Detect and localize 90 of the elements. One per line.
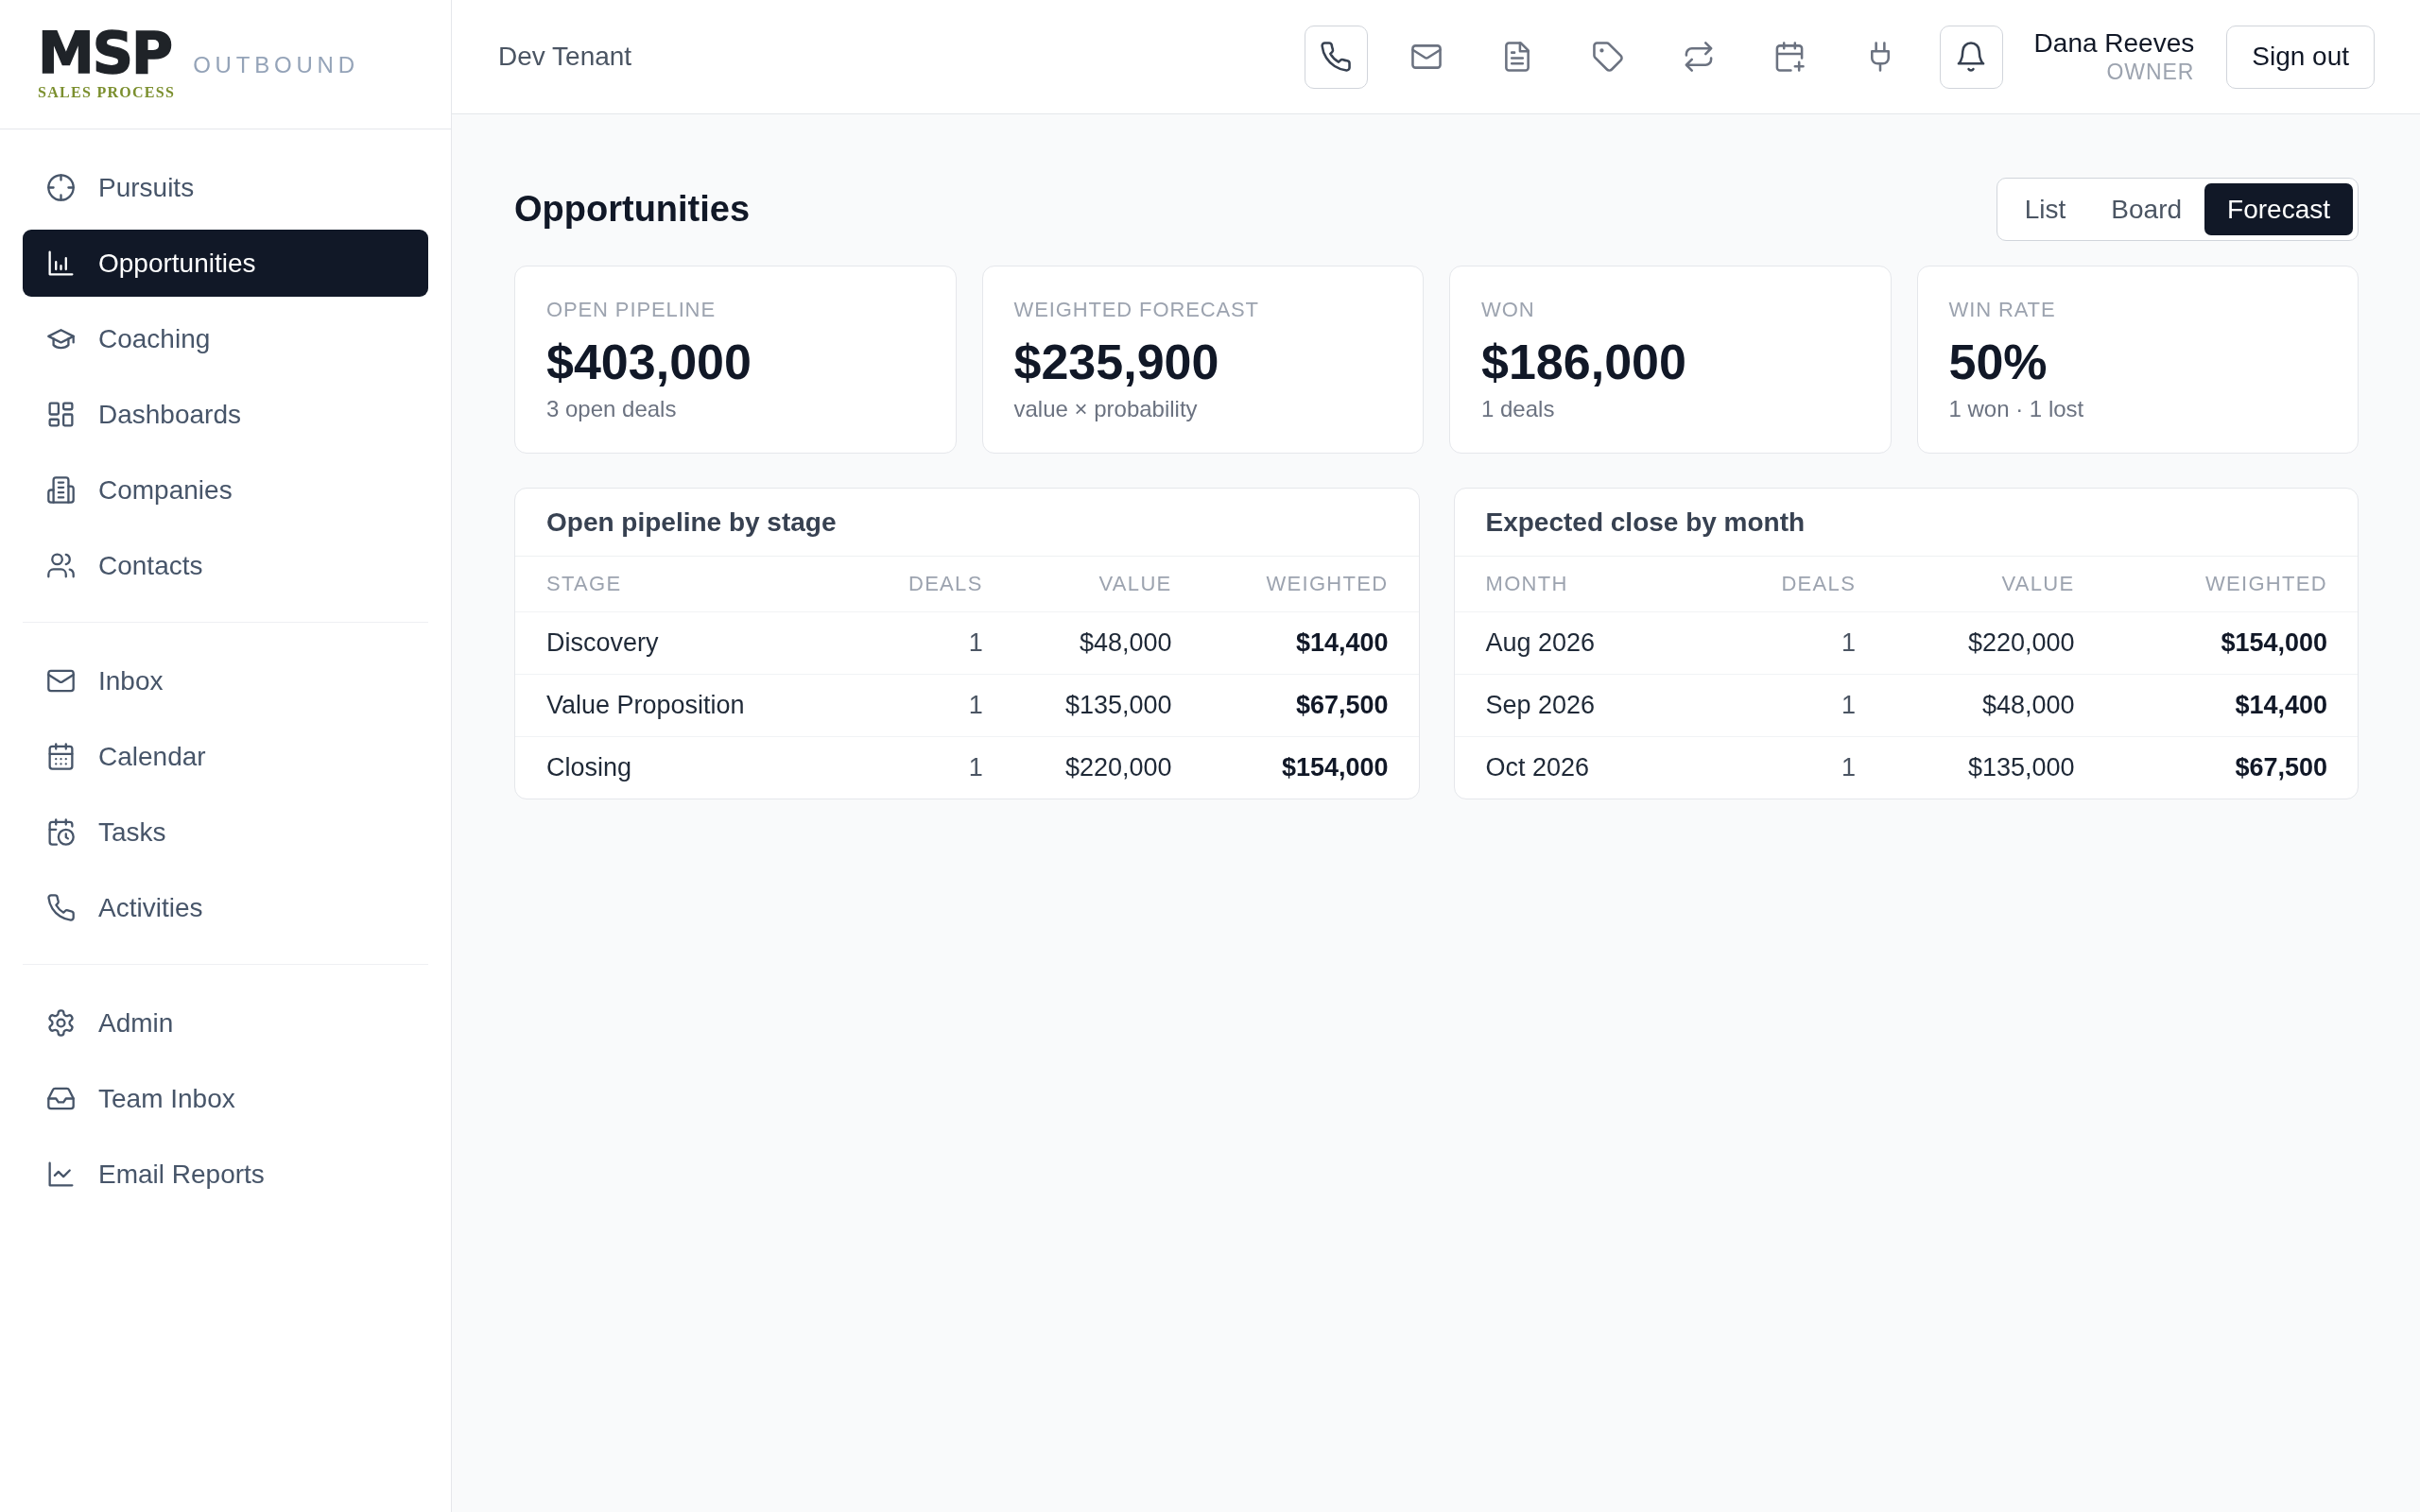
table-title: Open pipeline by stage [546, 506, 837, 539]
view-tab[interactable]: Board [2088, 183, 2205, 235]
line-chart-icon [47, 1160, 75, 1188]
column-header: MONTH [1454, 557, 1703, 611]
nav-item[interactable]: Email Reports [23, 1141, 428, 1208]
table-cell: $67,500 [1186, 674, 1419, 736]
nav-item[interactable]: Calendar [23, 723, 428, 790]
nav-item[interactable]: Tasks [23, 799, 428, 866]
table-cell: $154,000 [2089, 611, 2358, 674]
table-cell: $154,000 [1186, 736, 1419, 799]
bar-chart-icon [47, 249, 75, 277]
bell-icon [1956, 42, 1987, 72]
stat-label: WON [1481, 297, 1536, 323]
repeat-arrows-icon [1684, 42, 1715, 72]
nav-item[interactable]: Opportunities [23, 230, 428, 297]
nav-item[interactable]: Coaching [23, 305, 428, 372]
logo-tagline: SALES PROCESS [38, 85, 176, 100]
nav-item[interactable]: Team Inbox [23, 1065, 428, 1132]
table-cell: $14,400 [1186, 611, 1419, 674]
stat-value: 50% [1948, 334, 2048, 390]
table-cell: 1 [853, 674, 998, 736]
nav-item[interactable]: Contacts [23, 532, 428, 599]
column-header: DEALS [1703, 557, 1872, 611]
table-cell: 1 [1703, 674, 1872, 736]
phone-icon [1321, 42, 1352, 72]
nav-item[interactable]: Companies [23, 456, 428, 524]
stat-note: 1 deals [1481, 395, 1556, 423]
envelope-icon [1411, 42, 1443, 72]
stat-label: WEIGHTED FORECAST [1013, 297, 1260, 323]
table-cell: $48,000 [1871, 674, 2090, 736]
toolbar-button[interactable] [1939, 25, 2003, 89]
table-cell: Aug 2026 [1454, 611, 1703, 674]
toolbar-button[interactable] [1304, 25, 1368, 89]
stat-value: $186,000 [1481, 334, 1687, 390]
table-cell: $135,000 [997, 674, 1187, 736]
building-icon [47, 476, 75, 504]
table-title: Expected close by month [1485, 506, 1806, 539]
page-title: Opportunities [514, 187, 751, 231]
table-cell: $220,000 [997, 736, 1187, 799]
table-cell: Sep 2026 [1454, 674, 1703, 736]
table-cell: $135,000 [1871, 736, 2090, 799]
column-header: WEIGHTED [1186, 557, 1419, 611]
logo-wordmark: MSP [38, 25, 171, 81]
table-cell: 1 [1703, 611, 1872, 674]
phone-icon [47, 894, 75, 921]
crosshair-icon [47, 174, 75, 201]
table-cell: $220,000 [1871, 611, 2090, 674]
nav-item[interactable]: Pursuits [23, 154, 428, 221]
table-cell: Oct 2026 [1454, 736, 1703, 799]
sign-out-button[interactable]: Sign out [2226, 25, 2375, 89]
stat-note: value × probability [1013, 395, 1199, 423]
product-name: OUTBOUND [193, 54, 359, 77]
table-cell: 1 [1703, 736, 1872, 799]
table-cell: $48,000 [997, 611, 1187, 674]
stat-note: 3 open deals [546, 395, 678, 423]
calendar-clock-icon [47, 818, 75, 846]
column-header: VALUE [997, 557, 1187, 611]
column-header: STAGE [515, 557, 854, 611]
calendar-icon [47, 743, 75, 770]
table-cell: Closing [515, 736, 854, 799]
tag-icon [1593, 42, 1624, 72]
calendar-plus-icon [1774, 42, 1806, 72]
table-cell: $14,400 [2089, 674, 2358, 736]
people-icon [47, 552, 75, 579]
view-tab[interactable]: Forecast [2204, 183, 2353, 235]
stat-value: $403,000 [546, 334, 752, 390]
table-cell: Discovery [515, 611, 854, 674]
user-role: OWNER [2106, 60, 2195, 86]
tenant-name: Dev Tenant [498, 41, 632, 73]
nav-item[interactable]: Admin [23, 989, 428, 1057]
dashboard-grid-icon [47, 401, 75, 428]
table-cell: 1 [853, 736, 998, 799]
table-cell: $67,500 [2089, 736, 2358, 799]
view-tab[interactable]: List [2001, 183, 2089, 235]
nav-item[interactable]: Dashboards [23, 381, 428, 448]
stat-value: $235,900 [1013, 334, 1220, 390]
column-header: WEIGHTED [2089, 557, 2358, 611]
user-name: Dana Reeves [2033, 27, 2195, 60]
gear-icon [47, 1009, 75, 1037]
stat-label: OPEN PIPELINE [546, 297, 717, 323]
column-header: DEALS [853, 557, 998, 611]
nav-item[interactable]: Inbox [23, 647, 428, 714]
inbox-tray-icon [47, 1085, 75, 1112]
table-cell: Value Proposition [515, 674, 854, 736]
column-header: VALUE [1871, 557, 2090, 611]
table-cell: 1 [853, 611, 998, 674]
envelope-icon [47, 667, 75, 695]
stat-label: WIN RATE [1948, 297, 2057, 323]
nav-item[interactable]: Activities [23, 874, 428, 941]
stat-note: 1 won · 1 lost [1948, 395, 2085, 423]
